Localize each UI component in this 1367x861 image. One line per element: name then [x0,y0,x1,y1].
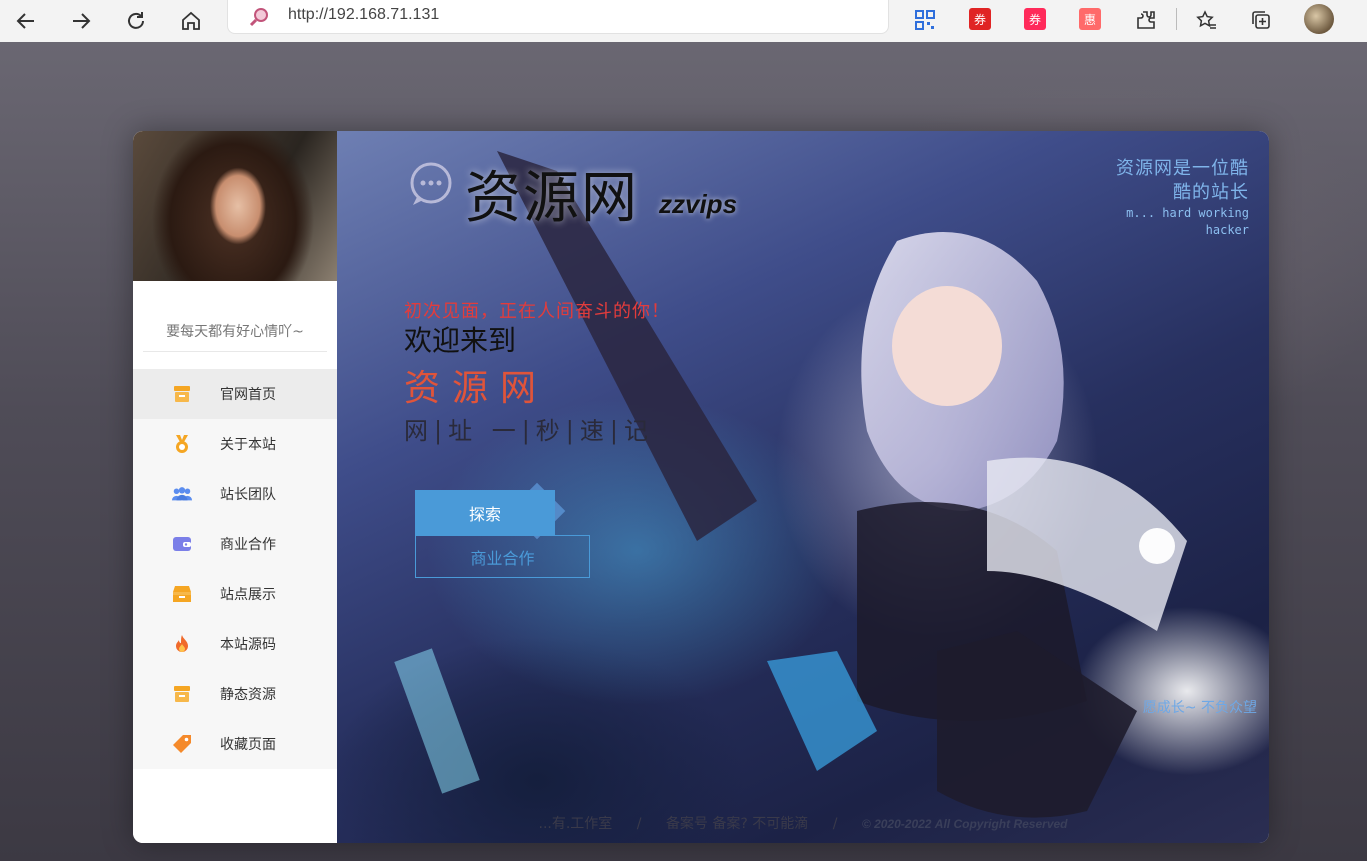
coupon-extension-icon-2[interactable]: 券 [1024,8,1046,30]
medal-icon [171,433,193,455]
url-tagline: 网|址 一|秒|速|记 [404,417,654,445]
profile-avatar[interactable] [1304,4,1334,34]
footer-separator: / [636,816,642,832]
sidebar-item-home[interactable]: 官网首页 [133,369,337,419]
toolbar-divider [1176,8,1177,30]
search-icon [249,8,268,27]
sidebar-item-label: 官网首页 [220,387,276,403]
slogan-en-line-2: hacker [1205,223,1249,237]
sidebar-item-label: 站点展示 [220,587,276,603]
site-name: 资源网 [404,368,549,409]
sidebar-motto: 要每天都有好心情吖~ [143,311,327,352]
footer-icp[interactable]: 备案号 备案? 不可能滴 [666,816,808,832]
sidebar-cover-image [133,131,337,281]
slogan-cn: 资源网是一位酷 酷的站长 [1116,157,1249,205]
sidebar-item-source[interactable]: 本站源码 [133,619,337,669]
footer-separator-2: / [832,816,838,832]
hero-banner: 资源网 zzvips 资源网是一位酷 酷的站长 m... hard workin… [337,131,1269,843]
fire-icon [171,633,193,655]
qr-code-icon[interactable] [911,6,939,34]
browser-toolbar: http://192.168.71.131 券 券 惠 [0,0,1367,43]
refresh-icon[interactable] [120,5,152,37]
explore-button[interactable]: 探索 [415,490,555,535]
box-icon [171,583,193,605]
sidebar-item-business[interactable]: 商业合作 [133,519,337,569]
sidebar-item-label: 站长团队 [220,487,276,503]
address-bar[interactable]: http://192.168.71.131 [227,0,889,34]
wish-text: 愿成长~ 不负众望 [1142,700,1257,716]
collections-icon[interactable] [1247,6,1275,34]
footer: ...有.工作室 / 备案号 备案? 不可能滴 / © 2020-2022 Al… [337,813,1269,833]
sidebar-item-team[interactable]: 站长团队 [133,469,337,519]
url-text: http://192.168.71.131 [288,6,440,23]
business-cooperation-button[interactable]: 商业合作 [415,535,590,578]
sidebar-item-label: 本站源码 [220,637,276,653]
brand-subtitle: zzvips [659,189,738,219]
back-icon[interactable] [10,5,42,37]
main-card: 要每天都有好心情吖~ 官网首页 关于本站 站长团队 商业合作 站点展示 本站源码… [133,131,1269,843]
store-icon [171,383,193,405]
store-icon [171,683,193,705]
sidebar-item-favorites[interactable]: 收藏页面 [133,719,337,769]
sidebar-item-showcase[interactable]: 站点展示 [133,569,337,619]
slogan-cn-line-1: 资源网是一位酷 [1116,158,1249,179]
sidebar-menu: 官网首页 关于本站 站长团队 商业合作 站点展示 本站源码 静态资源 收藏页面 [133,369,337,769]
slogan-en: m... hard working hacker [1126,205,1249,239]
deal-extension-icon[interactable]: 惠 [1079,8,1101,30]
sidebar-item-about[interactable]: 关于本站 [133,419,337,469]
favorites-icon[interactable] [1192,6,1220,34]
chat-bubble-icon [410,162,452,205]
brand-title: 资源网 [465,166,639,231]
sidebar-item-static[interactable]: 静态资源 [133,669,337,719]
extensions-icon[interactable] [1132,6,1160,34]
sidebar: 要每天都有好心情吖~ 官网首页 关于本站 站长团队 商业合作 站点展示 本站源码… [133,131,337,843]
slogan-cn-line-2: 酷的站长 [1173,182,1249,203]
team-icon [171,483,193,505]
home-icon[interactable] [175,5,207,37]
footer-copyright: © 2020-2022 All Copyright Reserved [861,817,1068,831]
slogan-en-line-1: m... hard working [1126,206,1249,220]
tag-icon [171,733,193,755]
welcome-text: 欢迎来到 [404,324,517,357]
sidebar-item-label: 关于本站 [220,437,276,453]
sidebar-item-label: 静态资源 [220,687,276,703]
footer-studio: ...有.工作室 [538,816,613,832]
coupon-extension-icon[interactable]: 券 [969,8,991,30]
forward-icon[interactable] [65,5,97,37]
wallet-icon [171,533,193,555]
sidebar-item-label: 商业合作 [220,537,276,553]
sidebar-item-label: 收藏页面 [220,737,276,753]
